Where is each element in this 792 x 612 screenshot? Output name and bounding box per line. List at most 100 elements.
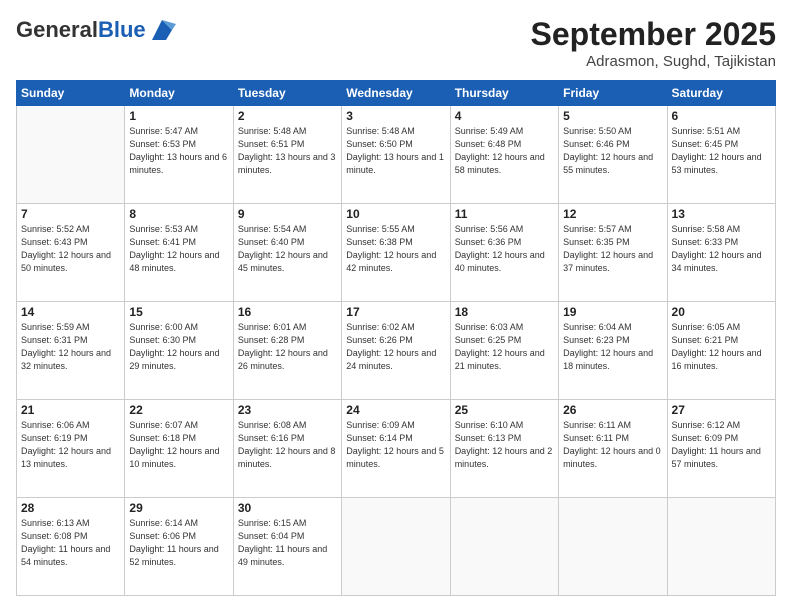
calendar-week-row: 21 Sunrise: 6:06 AMSunset: 6:19 PMDayligh… [17, 400, 776, 498]
day-info: Sunrise: 5:56 AMSunset: 6:36 PMDaylight:… [455, 223, 554, 275]
day-info: Sunrise: 5:59 AMSunset: 6:31 PMDaylight:… [21, 321, 120, 373]
calendar-cell: 25 Sunrise: 6:10 AMSunset: 6:13 PMDayligh… [450, 400, 558, 498]
location: Adrasmon, Sughd, Tajikistan [531, 53, 776, 70]
day-info: Sunrise: 5:57 AMSunset: 6:35 PMDaylight:… [563, 223, 662, 275]
day-number: 7 [21, 207, 120, 221]
day-info: Sunrise: 5:47 AMSunset: 6:53 PMDaylight:… [129, 125, 228, 177]
day-info: Sunrise: 5:50 AMSunset: 6:46 PMDaylight:… [563, 125, 662, 177]
calendar-cell: 21 Sunrise: 6:06 AMSunset: 6:19 PMDayligh… [17, 400, 125, 498]
calendar-cell: 5 Sunrise: 5:50 AMSunset: 6:46 PMDaylight… [559, 106, 667, 204]
calendar-cell [667, 498, 775, 596]
day-number: 24 [346, 403, 445, 417]
calendar-cell: 18Sunrise: 6:03 AMSunset: 6:25 PMDayligh… [450, 302, 558, 400]
calendar-cell: 19Sunrise: 6:04 AMSunset: 6:23 PMDayligh… [559, 302, 667, 400]
weekday-header: Sunday [17, 81, 125, 106]
calendar-cell [559, 498, 667, 596]
calendar-cell: 13 Sunrise: 5:58 AMSunset: 6:33 PMDayligh… [667, 204, 775, 302]
calendar-cell: 14 Sunrise: 5:59 AMSunset: 6:31 PMDayligh… [17, 302, 125, 400]
calendar-cell: 15 Sunrise: 6:00 AMSunset: 6:30 PMDayligh… [125, 302, 233, 400]
day-number: 10 [346, 207, 445, 221]
page: GeneralBlue September 2025 Adrasmon, Sug… [0, 0, 792, 612]
calendar-cell: 24Sunrise: 6:09 AMSunset: 6:14 PMDayligh… [342, 400, 450, 498]
day-number: 17 [346, 305, 445, 319]
calendar-cell: 22Sunrise: 6:07 AMSunset: 6:18 PMDayligh… [125, 400, 233, 498]
calendar-cell [450, 498, 558, 596]
calendar-cell: 1 Sunrise: 5:47 AMSunset: 6:53 PMDaylight… [125, 106, 233, 204]
day-info: Sunrise: 5:54 AMSunset: 6:40 PMDaylight:… [238, 223, 337, 275]
logo-blue: Blue [98, 17, 146, 42]
day-info: Sunrise: 6:15 AMSunset: 6:04 PMDaylight:… [238, 517, 337, 569]
calendar-cell: 20Sunrise: 6:05 AMSunset: 6:21 PMDayligh… [667, 302, 775, 400]
day-number: 18 [455, 305, 554, 319]
calendar-cell [342, 498, 450, 596]
calendar-cell: 11 Sunrise: 5:56 AMSunset: 6:36 PMDayligh… [450, 204, 558, 302]
day-number: 5 [563, 109, 662, 123]
calendar-week-row: 1 Sunrise: 5:47 AMSunset: 6:53 PMDaylight… [17, 106, 776, 204]
day-info: Sunrise: 6:14 AMSunset: 6:06 PMDaylight:… [129, 517, 228, 569]
day-number: 26 [563, 403, 662, 417]
calendar-cell: 3 Sunrise: 5:48 AMSunset: 6:50 PMDaylight… [342, 106, 450, 204]
day-number: 25 [455, 403, 554, 417]
day-info: Sunrise: 6:02 AMSunset: 6:26 PMDaylight:… [346, 321, 445, 373]
day-info: Sunrise: 6:01 AMSunset: 6:28 PMDaylight:… [238, 321, 337, 373]
day-number: 16 [238, 305, 337, 319]
calendar-cell: 7 Sunrise: 5:52 AMSunset: 6:43 PMDaylight… [17, 204, 125, 302]
calendar-cell: 26 Sunrise: 6:11 AMSunset: 6:11 PMDayligh… [559, 400, 667, 498]
day-number: 1 [129, 109, 228, 123]
weekday-header: Wednesday [342, 81, 450, 106]
day-number: 23 [238, 403, 337, 417]
calendar-cell: 17 Sunrise: 6:02 AMSunset: 6:26 PMDayligh… [342, 302, 450, 400]
weekday-header: Friday [559, 81, 667, 106]
day-number: 29 [129, 501, 228, 515]
month-title: September 2025 [531, 16, 776, 53]
day-number: 13 [672, 207, 771, 221]
day-number: 8 [129, 207, 228, 221]
day-info: Sunrise: 6:11 AMSunset: 6:11 PMDaylight:… [563, 419, 662, 471]
day-number: 4 [455, 109, 554, 123]
weekday-header: Thursday [450, 81, 558, 106]
day-number: 6 [672, 109, 771, 123]
calendar-cell: 9 Sunrise: 5:54 AMSunset: 6:40 PMDaylight… [233, 204, 341, 302]
calendar-cell: 27Sunrise: 6:12 AMSunset: 6:09 PMDayligh… [667, 400, 775, 498]
day-info: Sunrise: 5:48 AMSunset: 6:50 PMDaylight:… [346, 125, 445, 177]
day-info: Sunrise: 6:08 AMSunset: 6:16 PMDaylight:… [238, 419, 337, 471]
calendar-cell: 29 Sunrise: 6:14 AMSunset: 6:06 PMDayligh… [125, 498, 233, 596]
day-info: Sunrise: 5:48 AMSunset: 6:51 PMDaylight:… [238, 125, 337, 177]
day-number: 21 [21, 403, 120, 417]
day-number: 12 [563, 207, 662, 221]
day-info: Sunrise: 6:06 AMSunset: 6:19 PMDaylight:… [21, 419, 120, 471]
day-info: Sunrise: 6:00 AMSunset: 6:30 PMDaylight:… [129, 321, 228, 373]
header: GeneralBlue September 2025 Adrasmon, Sug… [16, 16, 776, 70]
calendar-cell: 2 Sunrise: 5:48 AMSunset: 6:51 PMDaylight… [233, 106, 341, 204]
day-info: Sunrise: 6:10 AMSunset: 6:13 PMDaylight:… [455, 419, 554, 471]
day-number: 3 [346, 109, 445, 123]
day-number: 15 [129, 305, 228, 319]
calendar-table: SundayMondayTuesdayWednesdayThursdayFrid… [16, 80, 776, 596]
calendar-cell: 8Sunrise: 5:53 AMSunset: 6:41 PMDaylight… [125, 204, 233, 302]
day-number: 9 [238, 207, 337, 221]
day-info: Sunrise: 5:55 AMSunset: 6:38 PMDaylight:… [346, 223, 445, 275]
logo: GeneralBlue [16, 16, 176, 44]
day-info: Sunrise: 5:49 AMSunset: 6:48 PMDaylight:… [455, 125, 554, 177]
logo-icon [148, 16, 176, 44]
calendar-cell: 28Sunrise: 6:13 AMSunset: 6:08 PMDayligh… [17, 498, 125, 596]
weekday-header: Tuesday [233, 81, 341, 106]
day-info: Sunrise: 5:52 AMSunset: 6:43 PMDaylight:… [21, 223, 120, 275]
weekday-header-row: SundayMondayTuesdayWednesdayThursdayFrid… [17, 81, 776, 106]
day-info: Sunrise: 5:51 AMSunset: 6:45 PMDaylight:… [672, 125, 771, 177]
logo-general: General [16, 17, 98, 42]
day-number: 20 [672, 305, 771, 319]
day-number: 14 [21, 305, 120, 319]
day-number: 30 [238, 501, 337, 515]
day-number: 11 [455, 207, 554, 221]
calendar-week-row: 7 Sunrise: 5:52 AMSunset: 6:43 PMDaylight… [17, 204, 776, 302]
day-number: 22 [129, 403, 228, 417]
calendar-cell [17, 106, 125, 204]
day-info: Sunrise: 6:04 AMSunset: 6:23 PMDaylight:… [563, 321, 662, 373]
day-number: 27 [672, 403, 771, 417]
calendar-cell: 6 Sunrise: 5:51 AMSunset: 6:45 PMDaylight… [667, 106, 775, 204]
day-number: 2 [238, 109, 337, 123]
weekday-header: Monday [125, 81, 233, 106]
day-info: Sunrise: 6:13 AMSunset: 6:08 PMDaylight:… [21, 517, 120, 569]
day-info: Sunrise: 5:58 AMSunset: 6:33 PMDaylight:… [672, 223, 771, 275]
